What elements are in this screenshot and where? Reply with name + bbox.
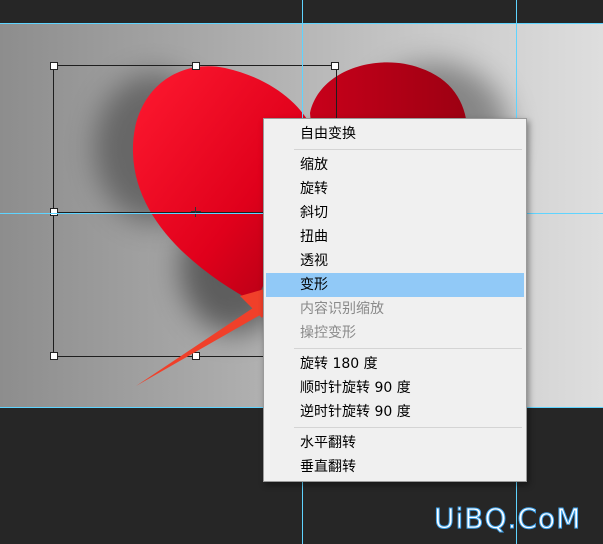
menu-item-scale[interactable]: 缩放	[266, 153, 524, 177]
transform-handle-bottom-middle[interactable]	[192, 352, 200, 360]
transform-center-point[interactable]	[191, 207, 201, 217]
menu-separator	[294, 149, 522, 150]
menu-item-free-transform[interactable]: 自由变换	[266, 122, 524, 146]
transform-context-menu: 自由变换 缩放 旋转 斜切 扭曲 透视 变形 内容识别缩放 操控变形 旋转 18…	[263, 118, 527, 482]
menu-item-rotate-180[interactable]: 旋转 180 度	[266, 352, 524, 376]
transform-handle-top-right[interactable]	[331, 62, 339, 70]
menu-item-distort[interactable]: 扭曲	[266, 225, 524, 249]
transform-handle-middle-left[interactable]	[50, 208, 58, 216]
menu-item-flip-horizontal[interactable]: 水平翻转	[266, 431, 524, 455]
menu-item-rotate-90-ccw[interactable]: 逆时针旋转 90 度	[266, 400, 524, 424]
menu-item-skew[interactable]: 斜切	[266, 201, 524, 225]
menu-separator	[294, 348, 522, 349]
menu-item-perspective[interactable]: 透视	[266, 249, 524, 273]
menu-item-warp[interactable]: 变形	[266, 273, 524, 297]
menu-item-rotate-90-cw[interactable]: 顺时针旋转 90 度	[266, 376, 524, 400]
menu-separator	[294, 427, 522, 428]
menu-item-flip-vertical[interactable]: 垂直翻转	[266, 455, 524, 479]
transform-handle-top-left[interactable]	[50, 62, 58, 70]
menu-item-content-aware-scale: 内容识别缩放	[300, 301, 384, 317]
menu-item-rotate[interactable]: 旋转	[266, 177, 524, 201]
transform-handle-bottom-left[interactable]	[50, 352, 58, 360]
menu-item-puppet-warp: 操控变形	[300, 325, 356, 341]
watermark-logo: UiBQ.CoM	[433, 502, 582, 536]
transform-handle-top-middle[interactable]	[192, 62, 200, 70]
